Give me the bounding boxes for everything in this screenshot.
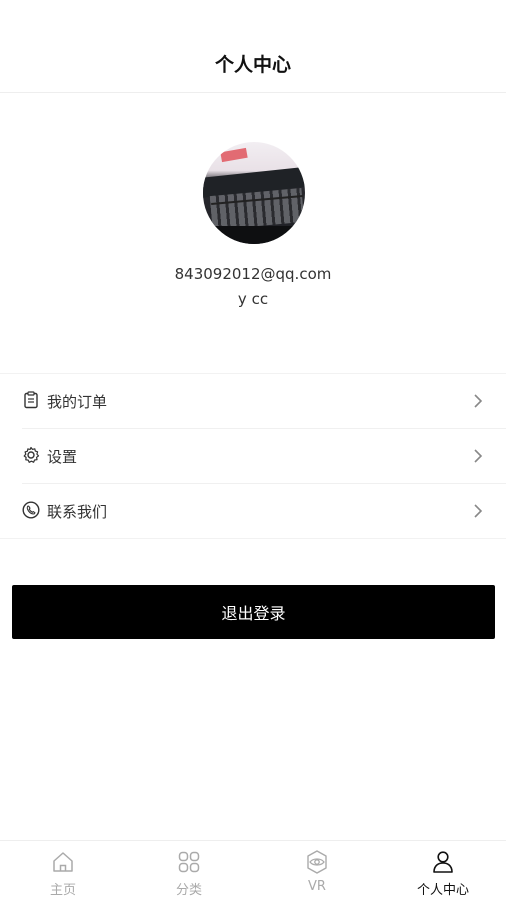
avatar-photo-detail (203, 226, 305, 244)
page-title: 个人中心 (214, 54, 291, 76)
page-header: 个人中心 (0, 0, 506, 93)
tab-profile[interactable]: 个人中心 (380, 841, 506, 901)
grid-icon (178, 851, 200, 873)
chevron-right-icon (474, 504, 483, 518)
bottom-tab-bar: 主页 分类 VR 个人中心 (0, 840, 506, 901)
menu-item-orders[interactable]: 我的订单 (22, 374, 506, 429)
chevron-right-icon (474, 449, 483, 463)
clipboard-icon (24, 391, 38, 409)
tab-home[interactable]: 主页 (0, 841, 126, 901)
menu-item-label: 我的订单 (47, 393, 108, 411)
tab-category[interactable]: 分类 (126, 841, 252, 901)
user-email: 843092012@qq.com (174, 265, 332, 283)
chevron-right-icon (474, 394, 483, 408)
tab-label: 分类 (175, 883, 202, 898)
menu-item-contact[interactable]: 联系我们 (22, 484, 506, 538)
home-icon (53, 852, 73, 872)
avatar-photo-detail (209, 188, 305, 230)
tab-label: 主页 (49, 883, 76, 898)
phone-icon (22, 501, 40, 519)
eye-icon (307, 850, 327, 874)
menu-item-settings[interactable]: 设置 (22, 429, 506, 484)
gear-icon (23, 446, 40, 463)
tab-label: VR (308, 879, 326, 894)
menu-item-label: 联系我们 (47, 503, 108, 521)
profile-menu: 我的订单 设置 联系我们 (0, 373, 506, 539)
avatar[interactable] (203, 142, 305, 244)
logout-button[interactable]: 退出登录 (12, 585, 495, 639)
tab-vr[interactable]: VR (254, 841, 380, 901)
user-icon (433, 851, 453, 873)
user-nickname: y cc (237, 290, 269, 308)
menu-item-label: 设置 (47, 448, 78, 466)
tab-label: 个人中心 (416, 883, 469, 898)
avatar-photo-detail (220, 147, 248, 163)
